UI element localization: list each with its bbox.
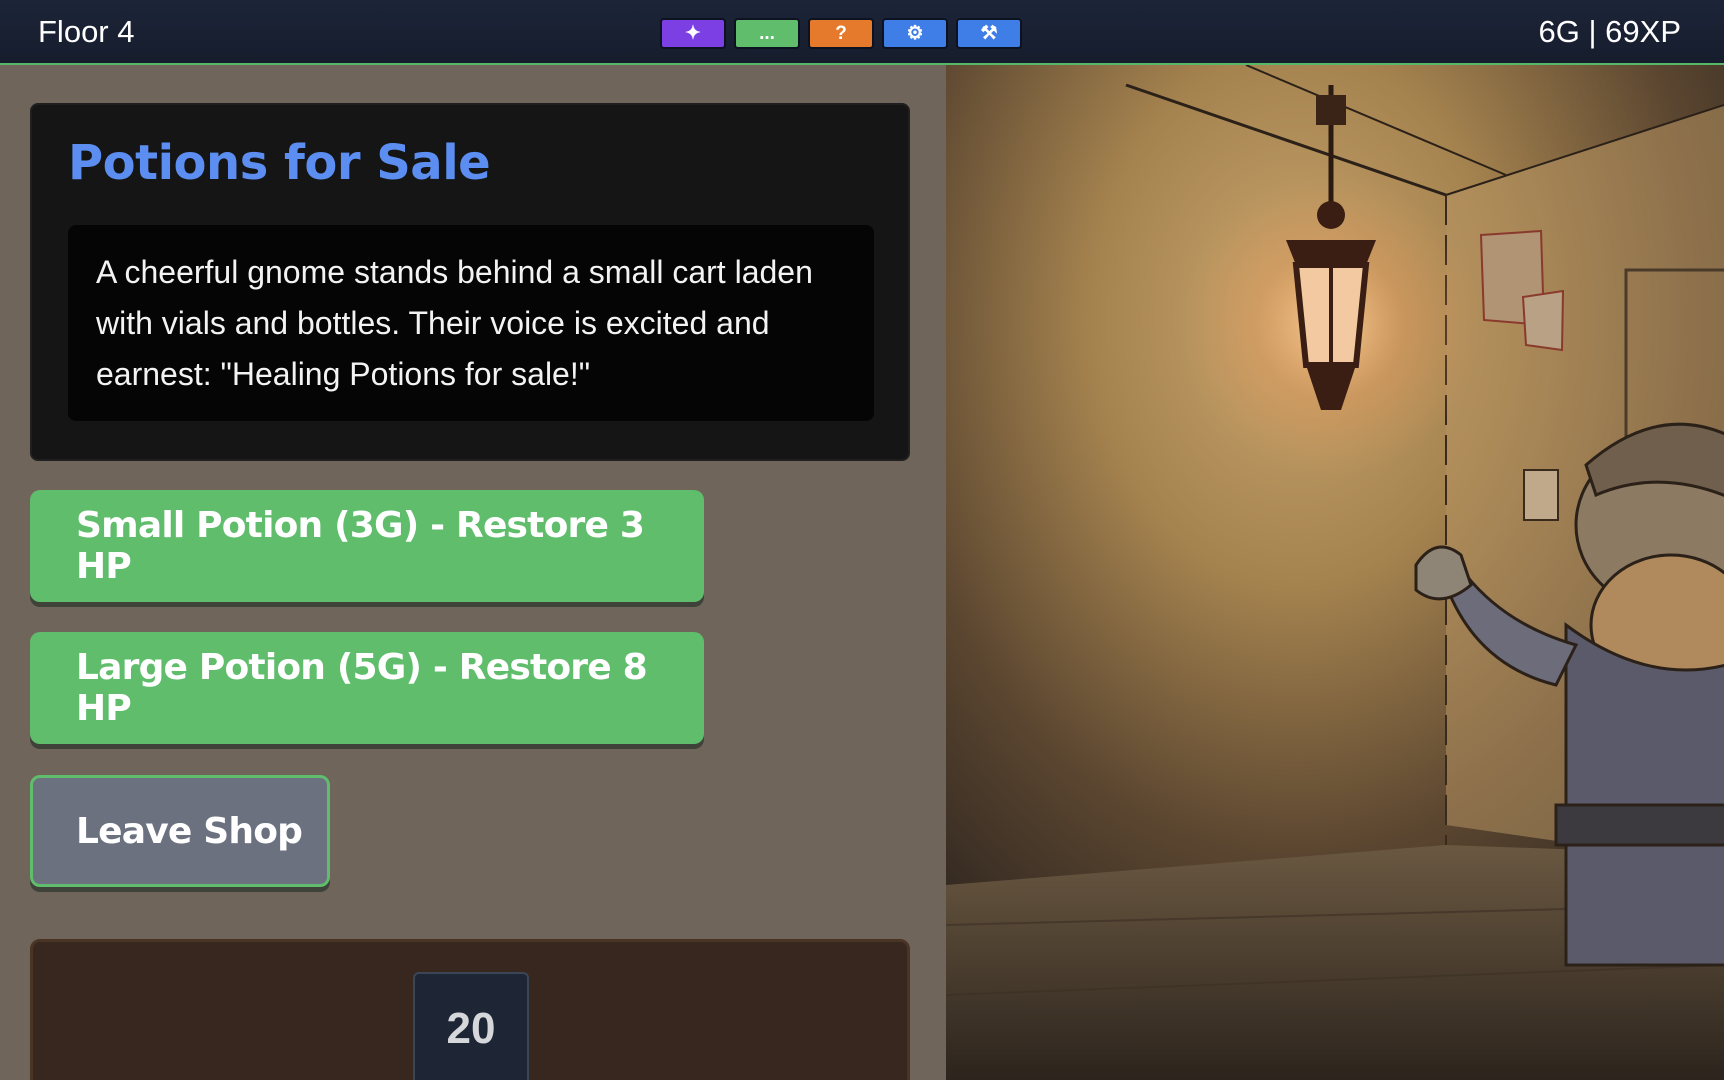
buy-small-potion-button[interactable]: Small Potion (3G) - Restore 3 HP [30, 490, 704, 602]
settings-button[interactable]: ⚙ [882, 18, 948, 49]
top-bar: Floor 4 ✦ ... ? ⚙ ⚒ 6G | 69XP [0, 0, 1724, 65]
sparkle-icon: ✦ [685, 23, 701, 44]
tools-button[interactable]: ⚒ [956, 18, 1022, 49]
ellipsis-icon: ... [759, 22, 775, 44]
d20-die[interactable]: 20 [413, 972, 529, 1080]
more-button[interactable]: ... [734, 18, 800, 49]
encounter-description: A cheerful gnome stands behind a small c… [68, 225, 874, 421]
scene-illustration [946, 65, 1724, 1080]
encounter-card: Potions for Sale A cheerful gnome stands… [30, 103, 910, 461]
tools-icon: ⚒ [980, 23, 998, 44]
help-icon: ? [835, 22, 847, 44]
encounter-title: Potions for Sale [68, 135, 491, 191]
gold-xp-display: 6G | 69XP [1538, 14, 1681, 49]
floor-indicator: Floor 4 [38, 14, 135, 49]
dice-tray: 20 [30, 939, 910, 1080]
gear-icon: ⚙ [906, 23, 924, 44]
gnome-shop-scene [946, 65, 1724, 1080]
buy-large-potion-button[interactable]: Large Potion (5G) - Restore 8 HP [30, 632, 704, 744]
shop-panel: Potions for Sale A cheerful gnome stands… [0, 65, 946, 1080]
leave-shop-button[interactable]: Leave Shop [30, 775, 330, 887]
help-button[interactable]: ? [808, 18, 874, 49]
sparkle-button[interactable]: ✦ [660, 18, 726, 49]
